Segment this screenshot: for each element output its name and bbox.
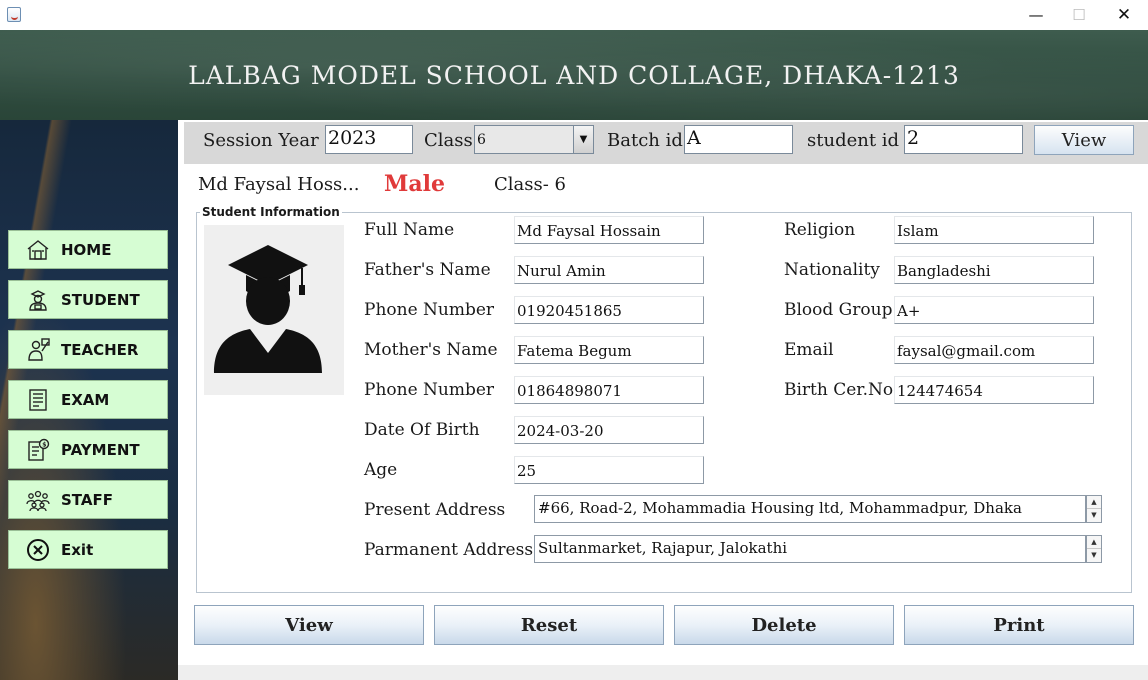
reset-button[interactable]: Reset: [434, 605, 664, 645]
batch-id-input[interactable]: A: [684, 125, 793, 154]
sidebar-item-payment[interactable]: $ PAYMENT: [8, 430, 168, 469]
sidebar-item-label: PAYMENT: [61, 440, 140, 459]
exam-icon: [23, 387, 53, 413]
delete-button[interactable]: Delete: [674, 605, 894, 645]
payment-icon: $: [23, 437, 53, 463]
age-label: Age: [364, 460, 398, 480]
sidebar-item-staff[interactable]: STAFF: [8, 480, 168, 519]
present-address-label: Present Address: [364, 500, 506, 520]
maximize-button[interactable]: ☐: [1056, 0, 1102, 30]
filter-bar: Session Year 2023 Class 6 ▼ Batch id A s…: [184, 122, 1148, 164]
header-banner: LALBAG MODEL SCHOOL AND COLLAGE, DHAKA-1…: [0, 30, 1148, 120]
class-summary: Class- 6: [494, 174, 566, 195]
class-select-value: 6: [477, 132, 486, 148]
permanent-address-label: Parmanent Address: [364, 540, 534, 560]
birth-cert-field[interactable]: 124474654: [894, 376, 1094, 404]
view-button[interactable]: View: [194, 605, 424, 645]
print-button[interactable]: Print: [904, 605, 1134, 645]
religion-field[interactable]: Islam: [894, 216, 1094, 244]
student-id-label: student id: [807, 130, 900, 151]
exit-icon: [23, 537, 53, 563]
phone-number-label: Phone Number: [364, 300, 495, 320]
sidebar-item-student[interactable]: STUDENT: [8, 280, 168, 319]
date-of-birth-label: Date Of Birth: [364, 420, 480, 440]
sidebar-item-label: Exit: [61, 540, 94, 559]
sidebar-item-label: STUDENT: [61, 290, 140, 309]
sidebar-item-label: TEACHER: [61, 340, 139, 359]
age-field[interactable]: 25: [514, 456, 704, 484]
home-icon: [23, 237, 53, 263]
sidebar-item-label: HOME: [61, 240, 112, 259]
phone-number-field[interactable]: 01920451865: [514, 296, 704, 324]
session-year-label: Session Year: [203, 130, 319, 151]
student-info-legend: Student Information: [200, 205, 342, 219]
staff-icon: [23, 487, 53, 513]
mother-name-label: Mother's Name: [364, 340, 498, 360]
view-search-button[interactable]: View: [1034, 125, 1134, 155]
blood-group-label: Blood Group: [784, 300, 893, 320]
email-label: Email: [784, 340, 834, 360]
father-name-label: Father's Name: [364, 260, 491, 280]
sidebar-item-label: EXAM: [61, 390, 110, 409]
scroll-up-icon[interactable]: ▲: [1087, 496, 1101, 509]
school-title: LALBAG MODEL SCHOOL AND COLLAGE, DHAKA-1…: [188, 60, 960, 90]
scroll-down-icon[interactable]: ▼: [1087, 549, 1101, 562]
class-select[interactable]: 6 ▼: [474, 125, 594, 154]
birth-cert-label: Birth Cer.No: [784, 380, 894, 400]
minimize-button[interactable]: —: [1013, 0, 1059, 30]
scroll-up-icon[interactable]: ▲: [1087, 536, 1101, 549]
session-year-input[interactable]: 2023: [325, 125, 413, 154]
sidebar-item-home[interactable]: HOME: [8, 230, 168, 269]
father-name-field[interactable]: Nurul Amin: [514, 256, 704, 284]
sidebar-item-exit[interactable]: Exit: [8, 530, 168, 569]
sidebar-item-label: STAFF: [61, 490, 113, 509]
teacher-icon: [23, 337, 53, 363]
nationality-label: Nationality: [784, 260, 880, 280]
nationality-field[interactable]: Bangladeshi: [894, 256, 1094, 284]
blood-group-field[interactable]: A+: [894, 296, 1094, 324]
full-name-field[interactable]: Md Faysal Hossain: [514, 216, 704, 244]
svg-text:$: $: [42, 441, 46, 448]
window-titlebar: — ☐ ✕: [0, 0, 1148, 30]
student-icon: [23, 287, 53, 313]
student-avatar-icon: [214, 245, 322, 373]
permanent-address-field[interactable]: Sultanmarket, Rajapur, Jalokathi: [534, 535, 1086, 563]
student-id-input[interactable]: 2: [904, 125, 1023, 154]
sidebar: HOME STUDENT TEACHER EXAM $ PAYMENT STAF…: [0, 120, 178, 680]
sidebar-item-exam[interactable]: EXAM: [8, 380, 168, 419]
student-photo: [204, 225, 344, 395]
date-of-birth-field[interactable]: 2024-03-20: [514, 416, 704, 444]
email-field[interactable]: faysal@gmail.com: [894, 336, 1094, 364]
present-address-scrollbar[interactable]: ▲ ▼: [1086, 495, 1102, 523]
class-label: Class: [424, 130, 473, 151]
gender-label: Male: [384, 171, 445, 197]
chevron-down-icon[interactable]: ▼: [573, 126, 593, 153]
close-button[interactable]: ✕: [1101, 0, 1147, 30]
permanent-address-scrollbar[interactable]: ▲ ▼: [1086, 535, 1102, 563]
java-app-icon: [7, 7, 21, 22]
full-name-label: Full Name: [364, 220, 455, 240]
religion-label: Religion: [784, 220, 856, 240]
student-name-summary: Md Faysal Hoss...: [198, 174, 360, 195]
sidebar-item-teacher[interactable]: TEACHER: [8, 330, 168, 369]
batch-id-label: Batch id: [607, 130, 683, 151]
mother-phone-field[interactable]: 01864898071: [514, 376, 704, 404]
mother-phone-label: Phone Number: [364, 380, 495, 400]
bottom-strip: [178, 665, 1148, 680]
present-address-field[interactable]: #66, Road-2, Mohammadia Housing ltd, Moh…: [534, 495, 1086, 523]
scroll-down-icon[interactable]: ▼: [1087, 509, 1101, 522]
mother-name-field[interactable]: Fatema Begum: [514, 336, 704, 364]
